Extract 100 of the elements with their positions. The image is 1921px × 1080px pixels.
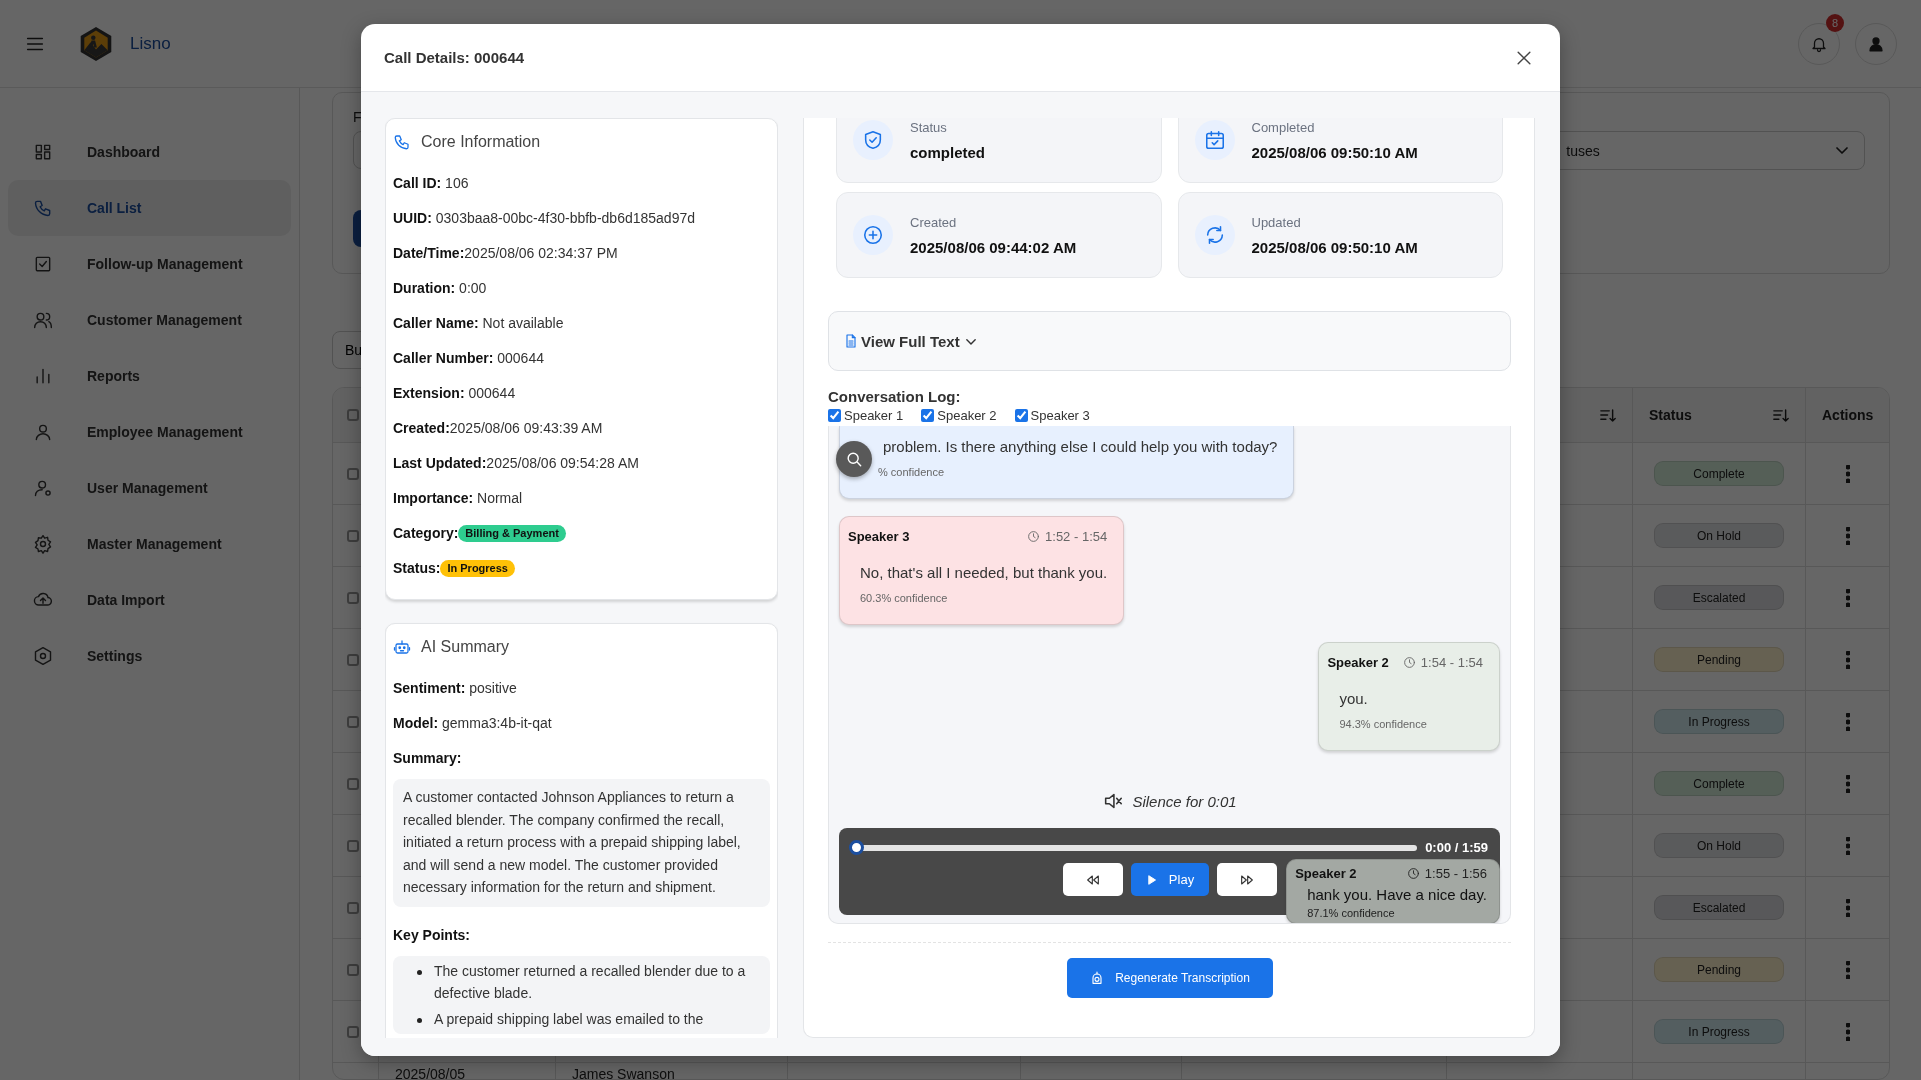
settings-icon [33, 534, 53, 554]
phone-icon [33, 198, 53, 218]
sidebar-item[interactable]: Settings [8, 628, 291, 684]
field-label: Status: [393, 559, 441, 578]
speaker-label[interactable]: Speaker 2 [937, 408, 997, 423]
row-checkbox[interactable] [347, 777, 359, 790]
message-text: you. [1339, 689, 1369, 709]
notification-count: 8 [1826, 13, 1844, 32]
status-badge: Pending [1654, 647, 1784, 672]
profile-button[interactable] [1855, 22, 1897, 65]
row-actions-button[interactable] [1845, 464, 1850, 483]
more-icon [1845, 526, 1850, 545]
speaker-checkbox[interactable] [828, 409, 841, 422]
row-checkbox[interactable] [347, 529, 359, 542]
speaker-label[interactable]: Speaker 1 [844, 408, 904, 423]
clock-icon [1402, 656, 1416, 669]
row-actions-button[interactable] [1845, 960, 1850, 979]
sidebar-item[interactable]: User Management [8, 460, 291, 516]
more-icon [1845, 464, 1850, 483]
status-badge: On Hold [1654, 833, 1784, 858]
message-text: hank you. Have a nice day. [1307, 885, 1487, 905]
fast-forward-button[interactable] [1216, 863, 1277, 896]
info-badge: In Progress [440, 560, 515, 577]
confidence-text: 60.3% confidence [860, 592, 949, 604]
row-actions-button[interactable] [1845, 650, 1850, 669]
status-badge: Escalated [1654, 585, 1784, 610]
stat-label: Completed [1251, 119, 1316, 135]
sidebar-item[interactable]: Dashboard [8, 124, 291, 180]
row-checkbox[interactable] [347, 963, 359, 976]
chevron-icon [1836, 147, 1849, 154]
more-icon [1845, 588, 1850, 607]
seek-handle[interactable] [849, 839, 864, 855]
sidebar-item[interactable]: Customer Management [8, 292, 291, 348]
speaker-name: Speaker 2 [1327, 655, 1389, 670]
card-title: Core Information [421, 133, 541, 151]
sidebar-item[interactable]: Employee Management [8, 404, 291, 460]
timestamp: 1:52 - 1:54 [1045, 529, 1108, 544]
sidebar-item[interactable]: Data Import [8, 572, 291, 628]
confidence-text: 87.1% confidence [1307, 907, 1396, 919]
robot-icon [393, 638, 411, 656]
row-actions-button[interactable] [1845, 588, 1850, 607]
calendar-check-icon [1203, 129, 1226, 151]
speaker-label[interactable]: Speaker 3 [1030, 408, 1090, 423]
row-actions-button[interactable] [1845, 774, 1850, 793]
modal-title: Call Details: 000644 [384, 49, 525, 66]
row-actions-button[interactable] [1845, 898, 1850, 917]
summary-label: Summary: [393, 749, 463, 768]
speaker-checkbox[interactable] [1014, 409, 1028, 422]
info-field: Caller Name: Not available [393, 313, 770, 334]
key-points-label: Key Points: [393, 925, 471, 945]
timestamp: 1:55 - 1:56 [1424, 866, 1487, 881]
bullet-icon [417, 969, 422, 975]
speaker-checkbox[interactable] [921, 409, 935, 422]
row-checkbox[interactable] [347, 591, 359, 604]
avatar-icon [1867, 34, 1885, 53]
status-badge: Complete [1654, 461, 1784, 486]
row-checkbox[interactable] [347, 839, 359, 852]
row-actions-button[interactable] [1845, 836, 1850, 855]
info-badge: Billing & Payment [458, 525, 566, 542]
silence-note: Silence for 0:01 [1132, 792, 1237, 810]
column-header[interactable]: Status [1649, 407, 1692, 423]
row-checkbox[interactable] [347, 653, 359, 666]
row-actions-button[interactable] [1845, 712, 1850, 731]
stat-value: 2025/08/06 09:50:10 AM [1251, 143, 1418, 161]
row-actions-button[interactable] [1845, 1022, 1850, 1041]
plus-circle-icon [862, 224, 884, 246]
stat-label: Created [910, 214, 958, 230]
row-actions-button[interactable] [1845, 526, 1850, 545]
key-point: The customer returned a recalled blender due to a defective blade. [434, 961, 747, 1003]
play-button[interactable]: Play [1130, 863, 1209, 896]
more-icon [1845, 836, 1850, 855]
playback-time: 0:00 / 1:59 [1425, 840, 1488, 855]
more-icon [1845, 960, 1850, 979]
speaker-name: Speaker 3 [848, 529, 910, 544]
clock-icon [1027, 530, 1041, 543]
status-badge: In Progress [1654, 709, 1784, 734]
logo-icon [78, 25, 114, 62]
summary-field: Sentiment: positive [393, 678, 770, 699]
clock-icon [1406, 867, 1420, 880]
header-checkbox[interactable] [347, 409, 359, 421]
info-field: Last Updated:2025/08/06 09:54:28 AM [393, 453, 770, 474]
rewind-button[interactable] [1062, 863, 1123, 896]
info-field: Date/Time:2025/08/06 02:34:37 PM [393, 243, 770, 264]
sidebar-item[interactable]: Follow-up Management [8, 236, 291, 292]
sidebar-item[interactable]: Master Management [8, 516, 291, 572]
row-checkbox[interactable] [347, 467, 359, 480]
sidebar-item[interactable]: Call List [8, 180, 291, 236]
row-checkbox[interactable] [347, 715, 359, 728]
row-checkbox[interactable] [347, 1025, 359, 1038]
info-field: Call ID: 106 [393, 173, 770, 194]
info-field: UUID: 0303baa8-00bc-4f30-bbfb-db6d185ad97d [393, 208, 770, 229]
checkbox-icon [33, 254, 53, 274]
regenerate-button[interactable]: Regenerate Transcription [1066, 958, 1273, 998]
more-icon [1845, 712, 1850, 731]
column-header[interactable]: Actions [1822, 407, 1874, 423]
status-badge: Pending [1654, 957, 1784, 982]
view-full-text-toggle[interactable]: View Full Text [843, 332, 976, 350]
sidebar-item[interactable]: Reports [8, 348, 291, 404]
stat-value: 2025/08/06 09:44:02 AM [910, 238, 1077, 256]
row-checkbox[interactable] [347, 901, 359, 914]
